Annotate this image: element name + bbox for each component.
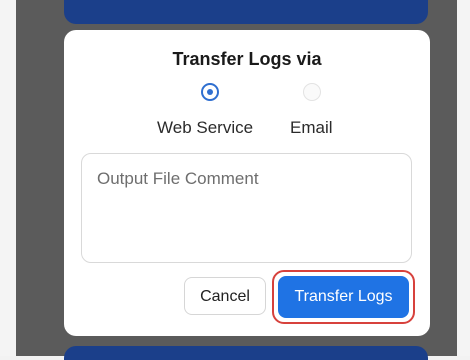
output-file-comment-field[interactable]: Output File Comment (81, 153, 412, 263)
dialog-title: Transfer Logs via (172, 49, 322, 69)
cancel-button[interactable]: Cancel (184, 277, 266, 315)
comment-placeholder: Output File Comment (97, 169, 259, 188)
web-service-radio[interactable] (201, 83, 219, 101)
transfer-logs-button[interactable]: Transfer Logs (278, 276, 409, 318)
email-label[interactable]: Email (290, 118, 333, 138)
transfer-logs-dialog: Transfer Logs via Web Service Email Outp… (64, 30, 430, 336)
bottom-bar (64, 346, 428, 360)
top-bar (64, 0, 428, 24)
web-service-label[interactable]: Web Service (157, 118, 253, 138)
email-radio[interactable] (303, 83, 321, 101)
radio-selected-dot (207, 89, 213, 95)
right-edge (457, 0, 470, 356)
left-edge (0, 0, 16, 356)
